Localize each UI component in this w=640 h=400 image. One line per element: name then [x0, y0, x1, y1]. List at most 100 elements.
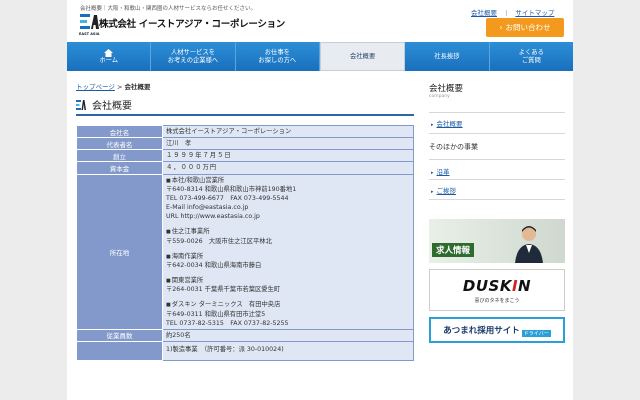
duskin-logo-text: N [518, 277, 532, 295]
office-line: 〒559-0026 大阪市住之江区平林北 [166, 237, 272, 245]
nav-home-label: ホーム [99, 56, 119, 64]
chevron-right-icon: › [499, 23, 503, 32]
table-row: 代表者名 江川 孝 [76, 137, 414, 151]
recruit-banner[interactable]: 求人情報 [429, 219, 565, 263]
table-row: 従業員数 約250名 [76, 328, 414, 343]
office-name: 本社/和歌山営業所 [166, 176, 410, 185]
contact-button-label: お問い合わせ [505, 23, 551, 32]
breadcrumb: トップページ > 会社概要 [76, 81, 150, 91]
office-line: TEL 0737-82-5315 FAX 0737-82-5255 [166, 319, 289, 327]
sidebar-link-label: ご挨拶 [436, 187, 457, 195]
home-icon [104, 48, 114, 57]
chevron-right-icon: ▸ [431, 170, 434, 176]
row-value: ４，０００万円 [162, 161, 414, 175]
nav-label-line2: ご質問 [521, 56, 541, 64]
sidebar-link-label: 沿革 [436, 168, 450, 176]
chevron-right-icon: ▸ [431, 189, 434, 195]
divider [429, 133, 565, 134]
nav-for-jobseekers[interactable]: お仕事を お探しの方へ [236, 42, 320, 71]
office-name: 関東営業所 [166, 276, 410, 285]
sidebar-other-heading: そのほかの事業 [429, 143, 478, 151]
office-line: 〒640-8314 和歌山県和歌山市神前190番地1 [166, 185, 297, 193]
divider [429, 159, 565, 160]
office-name: ダスキン ターミニックス 有田中央店 [166, 300, 410, 309]
breadcrumb-home-link[interactable]: トップページ [76, 83, 115, 91]
row-value: 1)製造事業 （許可番号：派 30-010024) [162, 340, 414, 362]
recruit-banner-label: 求人情報 [432, 243, 475, 257]
table-row: 1)製造事業 （許可番号：派 30-010024) [76, 340, 414, 362]
page-title: 会社概要 [76, 95, 414, 116]
sidebar-title: 会社概要 [429, 84, 464, 94]
office-block: 海南作業所 〒642-0034 和歌山県海南市藤白 [166, 252, 410, 270]
row-label: 資本金 [76, 161, 163, 175]
nav-label-line2: お探しの方へ [258, 56, 297, 64]
row-label: 所在地 [76, 173, 163, 330]
atsumare-banner-label: あつまれ採用サイト [443, 326, 520, 336]
sidebar-subtitle: company [429, 94, 450, 99]
nav-label-line2: お考えの企業様へ [167, 56, 219, 64]
breadcrumb-current: 会社概要 [124, 83, 151, 91]
atsumare-banner-sub: ドライバー [521, 330, 551, 337]
nav-for-companies[interactable]: 人材サービスを お考えの企業様へ [151, 42, 236, 71]
top-link-company[interactable]: 会社概要 [471, 9, 497, 17]
top-link-sitemap[interactable]: サイトマップ [515, 9, 554, 17]
duskin-banner[interactable]: DUSKIN 喜びのタネをまこう [429, 269, 565, 311]
office-line: URL http://www.eastasia.co.jp [166, 213, 260, 221]
office-block: 住之江事業所 〒559-0026 大阪市住之江区平林北 [166, 227, 410, 245]
office-name: 海南作業所 [166, 252, 410, 261]
nav-faq[interactable]: よくある ご質問 [490, 42, 573, 71]
row-value: 江川 孝 [162, 137, 414, 151]
nav-label-line1: お仕事を [264, 48, 290, 56]
office-line: 〒642-0034 和歌山県海南市藤白 [166, 261, 262, 269]
main-nav: ホーム 人材サービスを お考えの企業様へ お仕事を お探しの方へ 会社概要 社長… [67, 42, 573, 71]
top-links: 会社概要 | サイトマップ [471, 7, 554, 17]
divider [429, 112, 565, 113]
office-line: TEL 073-499-6677 FAX 073-499-5544 [166, 194, 289, 202]
address-value: 本社/和歌山営業所 〒640-8314 和歌山県和歌山市神前190番地1 TEL… [162, 173, 414, 330]
row-label: 従業員数 [76, 328, 163, 343]
table-row: 所在地 本社/和歌山営業所 〒640-8314 和歌山県和歌山市神前190番地1… [76, 173, 414, 330]
contact-button[interactable]: › お問い合わせ [486, 18, 564, 37]
office-block: 関東営業所 〒264-0031 千葉県千葉市若葉区愛生町 [166, 276, 410, 294]
company-info-table: 会社名 株式会社イーストアジア・コーポレーション 代表者名 江川 孝 創立 １９… [76, 124, 414, 362]
sidebar-link-company[interactable]: ▸ 会社概要 [431, 118, 463, 128]
nav-company-overview[interactable]: 会社概要 [319, 42, 406, 71]
table-row: 創立 １９９９年７月５日 [76, 149, 414, 163]
office-line: 〒649-0311 和歌山県有田市辻堂5 [166, 310, 266, 318]
nav-label-line1: よくある [518, 48, 544, 56]
company-logo-icon[interactable] [79, 12, 99, 32]
divider: | [505, 9, 508, 17]
nav-label: 会社概要 [350, 52, 376, 60]
row-label: 会社名 [76, 124, 163, 139]
divider [429, 179, 565, 180]
section-logo-icon [76, 99, 86, 110]
atsumare-banner[interactable]: あつまれ採用サイト ドライバー [429, 317, 565, 343]
table-row: 資本金 ４，０００万円 [76, 161, 414, 175]
tagline: 会社概要｜大阪・和歌山・関西圏の人材サービスならお任せください。 [80, 6, 257, 12]
chevron-right-icon: ▸ [431, 122, 434, 128]
nav-home[interactable]: ホーム [67, 42, 152, 71]
nav-president-message[interactable]: 社長挨拶 [405, 42, 490, 71]
person-photo-icon [515, 226, 543, 263]
duskin-logo-text: DUSK [462, 277, 512, 295]
office-name: 住之江事業所 [166, 227, 410, 236]
duskin-slogan: 喜びのタネをまこう [474, 298, 520, 304]
sidebar-link-greeting[interactable]: ▸ ご挨拶 [431, 185, 456, 195]
office-block: 本社/和歌山営業所 〒640-8314 和歌山県和歌山市神前190番地1 TEL… [166, 176, 410, 222]
table-row: 会社名 株式会社イーストアジア・コーポレーション [76, 124, 414, 139]
sidebar-link-history[interactable]: ▸ 沿革 [431, 166, 450, 176]
logo-subtext: EAST ASIA [79, 32, 100, 36]
row-label: 創立 [76, 149, 163, 163]
row-label [76, 340, 163, 362]
row-value: 約250名 [162, 328, 414, 343]
company-name-logo[interactable]: 株式会社 イーストアジア・コーポレーション [99, 16, 285, 30]
nav-label-line1: 人材サービスを [170, 48, 216, 56]
page: 会社概要｜大阪・和歌山・関西圏の人材サービスならお任せください。 株式会社 イー… [67, 0, 573, 400]
sidebar-link-label: 会社概要 [436, 120, 463, 128]
office-line: E-Mail info@eastasia.co.jp [166, 204, 249, 211]
duskin-logo: DUSKIN [430, 277, 564, 295]
page-title-text: 会社概要 [92, 101, 132, 112]
nav-label: 社長挨拶 [434, 52, 460, 60]
row-label: 代表者名 [76, 137, 163, 151]
row-value: 株式会社イーストアジア・コーポレーション [162, 124, 414, 139]
